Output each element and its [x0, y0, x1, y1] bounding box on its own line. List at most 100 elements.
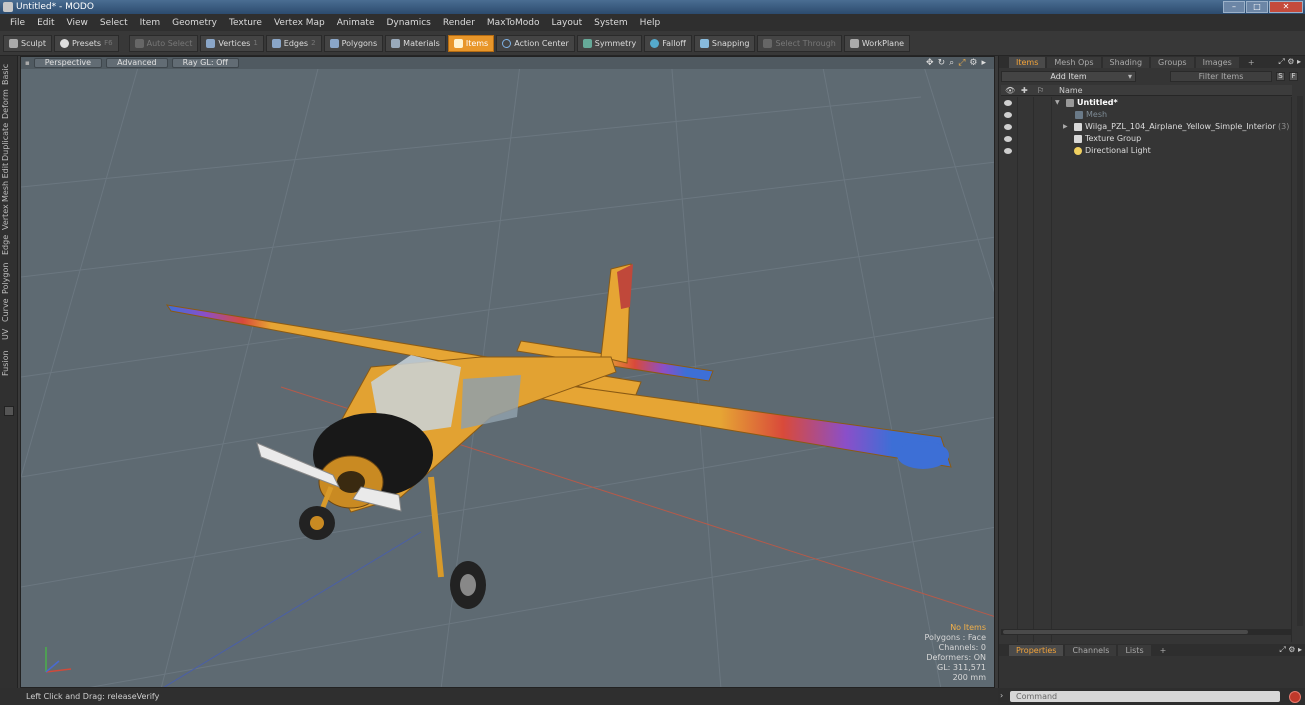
expand-arrow-icon[interactable]: ▼: [1055, 97, 1060, 109]
tab-channels[interactable]: Channels: [1065, 644, 1117, 656]
materials-button[interactable]: Materials: [385, 34, 446, 52]
select-through-button[interactable]: Select Through: [757, 34, 842, 52]
tab-groups[interactable]: Groups: [1151, 56, 1194, 68]
menu-item[interactable]: Item: [134, 18, 167, 28]
view-mode-dropdown[interactable]: Perspective: [33, 58, 103, 68]
menu-texture[interactable]: Texture: [223, 18, 268, 28]
render-column-icon[interactable]: ⚐: [1037, 85, 1044, 96]
polygons-button[interactable]: Polygons: [323, 34, 384, 52]
lock-column-icon[interactable]: ✚: [1021, 85, 1028, 96]
tree-horizontal-scrollbar[interactable]: [1001, 629, 1292, 635]
3d-viewport[interactable]: ▪ Perspective Advanced Ray GL: Off ✥ ↻ ⌕…: [20, 56, 995, 688]
viewport-expand-icon[interactable]: ▸: [981, 58, 986, 68]
items-button[interactable]: Items: [447, 34, 495, 52]
menu-edit[interactable]: Edit: [31, 18, 60, 28]
visibility-eye-icon[interactable]: [1004, 100, 1012, 106]
menu-bar: File Edit View Select Item Geometry Text…: [0, 14, 1305, 31]
menu-layout[interactable]: Layout: [546, 18, 589, 28]
viewport-menu-icon[interactable]: ▪: [25, 59, 30, 67]
vertices-button[interactable]: Vertices 1: [200, 34, 264, 52]
menu-system[interactable]: System: [588, 18, 634, 28]
visibility-eye-icon[interactable]: [1004, 148, 1012, 154]
sculpt-button[interactable]: Sculpt: [3, 34, 52, 52]
tab-polygon[interactable]: Polygon: [1, 260, 17, 296]
close-button[interactable]: ✕: [1269, 1, 1303, 13]
menu-geometry[interactable]: Geometry: [166, 18, 223, 28]
presets-button[interactable]: Presets F6: [53, 34, 119, 52]
panel-options-icon[interactable]: ⤢ ⚙ ▸: [1278, 57, 1301, 67]
rotate-view-icon[interactable]: ↻: [938, 58, 946, 68]
add-tab-button[interactable]: +: [1153, 645, 1174, 656]
tab-deform[interactable]: Deform: [1, 88, 17, 120]
add-tab-button[interactable]: +: [1241, 57, 1262, 68]
tree-row-scene[interactable]: ▼ Untitled*: [1001, 97, 1292, 109]
visibility-eye-icon[interactable]: [1004, 124, 1012, 130]
tab-images[interactable]: Images: [1195, 56, 1239, 68]
menu-help[interactable]: Help: [634, 18, 667, 28]
tab-mesh-edit[interactable]: Mesh Edit: [1, 162, 17, 202]
texture-group-icon: [1074, 135, 1082, 143]
tab-duplicate[interactable]: Duplicate: [1, 122, 17, 162]
panel-toggle[interactable]: [4, 406, 14, 416]
raygl-toggle[interactable]: Ray GL: Off: [171, 58, 239, 68]
tree-vertical-scrollbar[interactable]: [1297, 96, 1303, 626]
menu-file[interactable]: File: [4, 18, 31, 28]
fit-view-icon[interactable]: ⤢: [958, 58, 965, 68]
tab-items[interactable]: Items: [1009, 56, 1046, 68]
tree-row-texture-group[interactable]: Texture Group: [1001, 133, 1292, 145]
tab-edge[interactable]: Edge: [1, 232, 17, 258]
menu-select[interactable]: Select: [94, 18, 134, 28]
tab-curve[interactable]: Curve: [1, 296, 17, 324]
record-button[interactable]: [1289, 691, 1301, 703]
tab-uv[interactable]: UV: [1, 324, 17, 344]
visibility-eye-icon[interactable]: [1004, 112, 1012, 118]
maximize-button[interactable]: □: [1246, 1, 1268, 13]
tab-basic[interactable]: Basic: [1, 60, 17, 88]
tree-row-mesh[interactable]: Mesh: [1001, 109, 1292, 121]
symmetry-button[interactable]: Symmetry: [576, 34, 643, 52]
workplane-icon: [849, 38, 859, 48]
expand-arrow-icon[interactable]: ▶: [1063, 121, 1068, 133]
tab-mesh-ops[interactable]: Mesh Ops: [1047, 56, 1101, 68]
tab-shading[interactable]: Shading: [1102, 56, 1150, 68]
edges-button[interactable]: Edges 2: [265, 34, 322, 52]
shading-mode-dropdown[interactable]: Advanced: [106, 58, 168, 68]
workplane-button[interactable]: WorkPlane: [843, 34, 911, 52]
f-toggle[interactable]: F: [1289, 72, 1298, 81]
filter-items-input[interactable]: Filter Items: [1170, 71, 1272, 82]
tree-row-directional-light[interactable]: Directional Light: [1001, 145, 1292, 157]
tab-properties[interactable]: Properties: [1009, 644, 1064, 656]
right-wingtip: [897, 441, 949, 469]
menu-animate[interactable]: Animate: [331, 18, 381, 28]
auto-select-button[interactable]: Auto Select: [128, 34, 199, 52]
minimize-button[interactable]: –: [1223, 1, 1245, 13]
visibility-eye-icon[interactable]: [1004, 136, 1012, 142]
zoom-view-icon[interactable]: ⌕: [949, 58, 954, 68]
menu-view[interactable]: View: [61, 18, 94, 28]
s-toggle[interactable]: S: [1276, 72, 1285, 81]
command-history-icon[interactable]: ›: [1000, 691, 1003, 700]
tree-row-airplane-group[interactable]: ▶ Wilga_PZL_104_Airplane_Yellow_Simple_I…: [1001, 121, 1292, 133]
mesh-icon: [1075, 111, 1083, 119]
menu-render[interactable]: Render: [437, 18, 481, 28]
add-item-dropdown[interactable]: Add Item ▾: [1001, 71, 1136, 82]
snapping-button[interactable]: Snapping: [693, 34, 756, 52]
menu-maxtomodo[interactable]: MaxToModo: [481, 18, 546, 28]
visibility-column-icon[interactable]: 👁: [1005, 85, 1015, 96]
panel-options-icon[interactable]: ⤢ ⚙ ▸: [1279, 645, 1302, 655]
falloff-button[interactable]: Falloff: [644, 34, 692, 52]
snapping-icon: [699, 38, 709, 48]
command-input[interactable]: Command: [1010, 691, 1280, 702]
group-icon: [1074, 123, 1082, 131]
view-settings-icon[interactable]: ⚙: [969, 58, 977, 68]
name-column-header[interactable]: Name: [1059, 85, 1083, 96]
tab-lists[interactable]: Lists: [1118, 644, 1151, 656]
action-center-button[interactable]: Action Center: [496, 34, 575, 52]
scrollbar-thumb[interactable]: [1003, 630, 1248, 634]
menu-vertex-map[interactable]: Vertex Map: [268, 18, 331, 28]
selection-info: No Items: [950, 623, 986, 632]
tab-fusion[interactable]: Fusion: [1, 346, 17, 380]
menu-dynamics[interactable]: Dynamics: [380, 18, 436, 28]
tab-vertex[interactable]: Vertex: [1, 202, 17, 232]
move-view-icon[interactable]: ✥: [926, 58, 934, 68]
